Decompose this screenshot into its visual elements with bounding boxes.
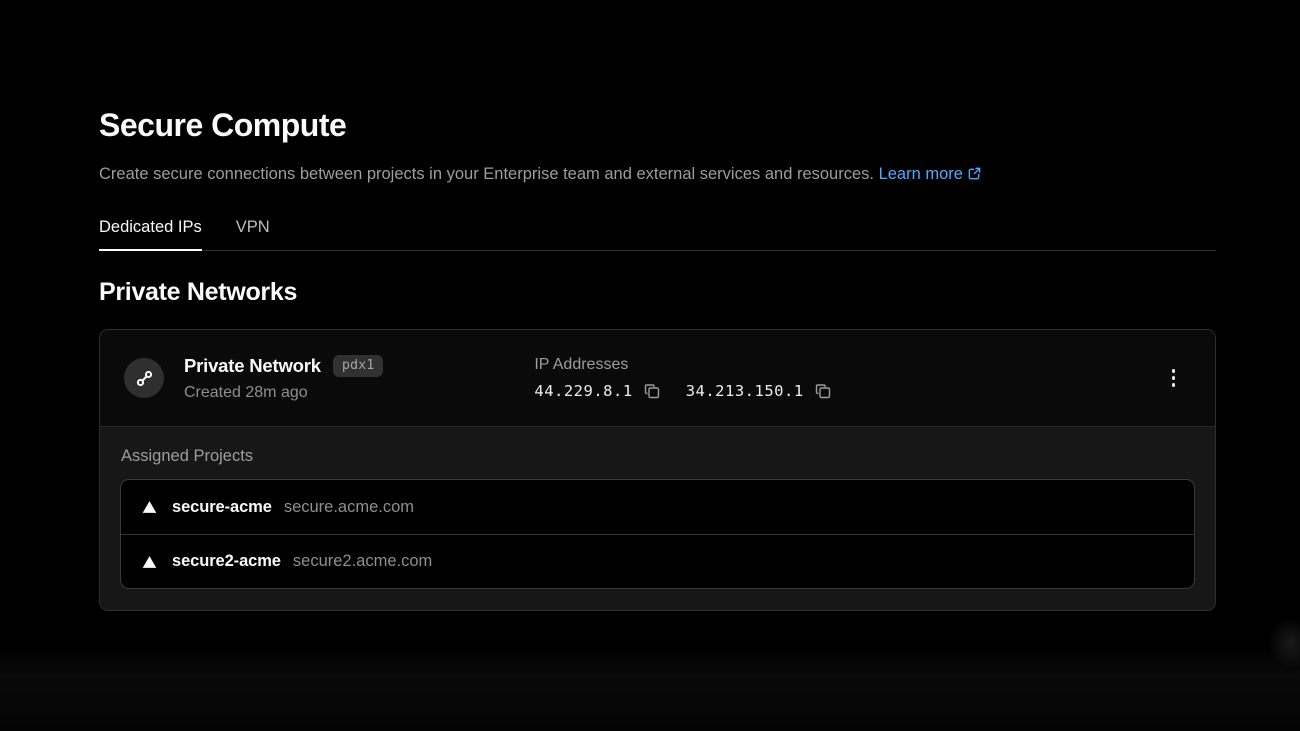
region-badge: pdx1 [333, 355, 384, 377]
private-network-card-header: Private Network pdx1 Created 28m ago IP … [100, 330, 1215, 426]
page-description: Create secure connections between projec… [99, 164, 1216, 184]
external-link-icon [967, 166, 982, 181]
project-row-secure2-acme[interactable]: secure2-acme secure2.acme.com [121, 534, 1194, 588]
tab-vpn[interactable]: VPN [236, 218, 270, 250]
copy-icon [815, 383, 831, 399]
project-name: secure-acme [172, 498, 272, 517]
kebab-menu-icon [1172, 383, 1176, 387]
private-network-icon [124, 358, 164, 398]
kebab-menu-icon [1172, 376, 1176, 380]
learn-more-link[interactable]: Learn more [879, 165, 982, 183]
page-content: Secure Compute Create secure connections… [99, 0, 1216, 611]
assigned-projects-list: secure-acme secure.acme.com secure2-acme… [120, 479, 1195, 589]
assigned-projects-section: Assigned Projects secure-acme secure.acm… [100, 426, 1215, 610]
network-name: Private Network [184, 355, 321, 377]
assigned-projects-label: Assigned Projects [121, 447, 1195, 466]
page-description-text: Create secure connections between projec… [99, 165, 874, 183]
ip-addresses-label: IP Addresses [534, 356, 830, 374]
ip-value-1: 44.229.8.1 [534, 382, 632, 400]
ip-value-2: 34.213.150.1 [686, 382, 804, 400]
network-created: Created 28m ago [184, 384, 383, 402]
network-menu-button[interactable] [1164, 363, 1184, 393]
project-row-secure-acme[interactable]: secure-acme secure.acme.com [121, 480, 1194, 534]
kebab-menu-icon [1172, 369, 1176, 373]
ip-item: 34.213.150.1 [686, 382, 831, 400]
corner-glow [1268, 617, 1300, 669]
tab-bar: Dedicated IPs VPN [99, 218, 1216, 251]
tab-dedicated-ips[interactable]: Dedicated IPs [99, 218, 202, 250]
vercel-triangle-icon [142, 555, 157, 569]
private-networks-heading: Private Networks [99, 278, 1216, 307]
learn-more-label: Learn more [879, 165, 963, 183]
copy-ip-2-button[interactable] [815, 383, 831, 399]
project-domain: secure.acme.com [284, 498, 414, 517]
link-nodes-icon [135, 369, 154, 388]
ip-addresses-block: IP Addresses 44.229.8.1 34.213.150.1 [534, 356, 830, 400]
vercel-triangle-icon [142, 500, 157, 514]
network-meta: Private Network pdx1 Created 28m ago [184, 355, 383, 402]
project-name: secure2-acme [172, 552, 281, 571]
project-domain: secure2.acme.com [293, 552, 432, 571]
bottom-gradient [0, 645, 1300, 731]
secure-compute-page: Secure Compute Create secure connections… [0, 0, 1300, 731]
network-title-row: Private Network pdx1 [184, 355, 383, 377]
private-network-card: Private Network pdx1 Created 28m ago IP … [99, 329, 1216, 611]
copy-icon [644, 383, 660, 399]
copy-ip-1-button[interactable] [644, 383, 660, 399]
ip-item: 44.229.8.1 [534, 382, 659, 400]
ip-addresses-row: 44.229.8.1 34.213.150.1 [534, 382, 830, 400]
page-title: Secure Compute [99, 107, 1216, 144]
